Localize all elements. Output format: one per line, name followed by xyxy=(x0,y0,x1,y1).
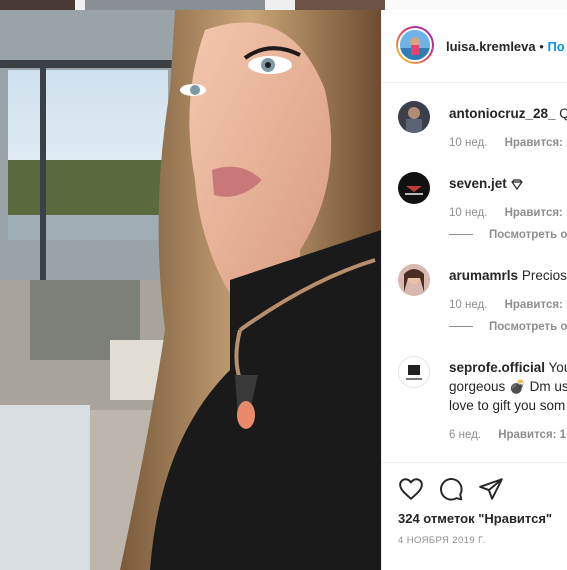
view-replies-label: Посмотреть о xyxy=(489,321,567,333)
comment-text: arumamrls Preciosa xyxy=(449,266,567,285)
comment-username[interactable]: seprofe.official xyxy=(449,360,545,375)
comment-body: You xyxy=(548,360,567,375)
view-replies-button[interactable]: Посмотреть о xyxy=(449,229,567,241)
view-replies-button[interactable]: Посмотреть о xyxy=(449,321,567,333)
comment-meta: 10 нед. Нравится: 1 xyxy=(449,207,567,219)
comment-time: 10 нед. xyxy=(449,207,488,219)
top-strip xyxy=(0,0,567,10)
comment-meta: 10 нед. Нравится: 1 xyxy=(449,299,567,311)
comment-username[interactable]: seven.jet xyxy=(449,176,507,191)
thumbnail-gap xyxy=(265,0,295,10)
comment-text: seven.jet xyxy=(449,174,523,194)
comment-body-line: love to gift you som xyxy=(449,398,566,413)
diamond-icon xyxy=(510,177,523,191)
follow-button[interactable]: По xyxy=(547,39,564,54)
comment-time: 6 нед. xyxy=(449,429,481,441)
comment-time: 10 нед. xyxy=(449,137,488,149)
thumbnail-gap xyxy=(75,0,85,10)
thumbnail-strip-item[interactable] xyxy=(0,0,75,10)
comment-username[interactable]: antoniocruz_28_ xyxy=(449,106,556,121)
comment-like-count[interactable]: Нравится: 1 xyxy=(498,429,566,441)
post-header: luisa.kremleva • По xyxy=(382,10,567,83)
comment-like-count[interactable]: Нравится: 1 xyxy=(505,137,567,149)
author-username[interactable]: luisa.kremleva xyxy=(446,39,536,54)
comment-like-count[interactable]: Нравится: 1 xyxy=(505,299,567,311)
comment-username[interactable]: arumamrls xyxy=(449,268,518,283)
comment-text: antoniocruz_28_ Qu xyxy=(449,104,567,123)
comment-body: Qu xyxy=(559,106,567,121)
comment-avatar[interactable] xyxy=(398,101,430,133)
likes-count[interactable]: 324 отметок "Нравится" xyxy=(398,511,552,526)
comment-avatar[interactable] xyxy=(398,356,430,388)
author-avatar-image xyxy=(400,30,430,60)
author-avatar[interactable] xyxy=(396,26,434,64)
comment-meta: 10 нед. Нравится: 1 xyxy=(449,137,567,149)
comment-like-count[interactable]: Нравится: 1 xyxy=(505,207,567,219)
comment-icon[interactable] xyxy=(438,476,464,502)
author-line: luisa.kremleva • По xyxy=(446,39,565,54)
comment-meta: 6 нед. Нравится: 1 xyxy=(449,429,566,441)
comment-text: seprofe.official You xyxy=(449,358,567,377)
post-side-panel: luisa.kremleva • По antoniocruz_28_ Qu 1… xyxy=(381,10,567,570)
thumbnail-strip-item[interactable] xyxy=(295,0,385,10)
heart-icon[interactable] xyxy=(398,476,424,502)
post-photo-image xyxy=(0,10,381,570)
post-date[interactable]: 4 НОЯБРЯ 2019 Г. xyxy=(398,535,485,546)
post-actions: 324 отметок "Нравится" 4 НОЯБРЯ 2019 Г. xyxy=(382,462,567,570)
share-icon[interactable] xyxy=(478,476,504,502)
comment-time: 10 нед. xyxy=(449,299,488,311)
view-replies-label: Посмотреть о xyxy=(489,229,567,241)
comment-body: Preciosa xyxy=(521,268,567,283)
replies-divider xyxy=(449,326,473,328)
replies-divider xyxy=(449,234,473,236)
thumbnail-strip-item[interactable] xyxy=(85,0,265,10)
comment-body-line: gorgeous 💣 Dm us xyxy=(449,379,567,394)
comment-avatar[interactable] xyxy=(398,264,430,296)
post-photo[interactable] xyxy=(0,10,381,570)
header-separator: • xyxy=(539,39,544,54)
comment-avatar[interactable] xyxy=(398,172,430,204)
